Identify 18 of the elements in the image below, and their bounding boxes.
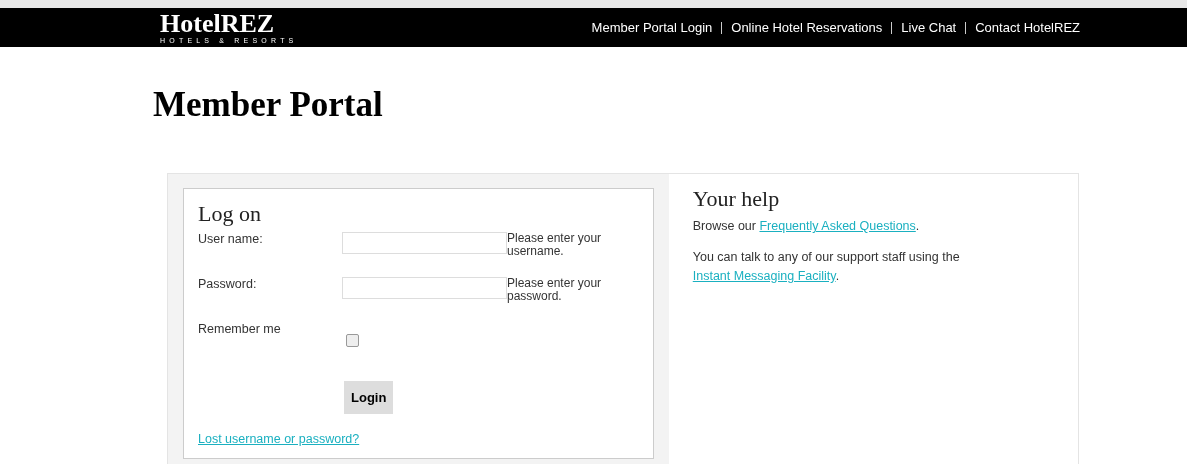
nav-link[interactable]: Online Hotel Reservations <box>731 20 883 35</box>
field-hint: Please enter your username. <box>507 232 603 258</box>
login-title: Log on <box>198 201 262 227</box>
remember-label: Remember me <box>198 322 282 338</box>
nav-link[interactable]: Live Chat <box>901 20 957 35</box>
field-label: User name: <box>198 232 264 248</box>
nav-link[interactable]: Contact HotelREZ <box>975 20 1080 35</box>
field-hint: Please enter your password. <box>507 277 603 303</box>
nav-link[interactable]: Member Portal Login <box>591 20 713 35</box>
input-field[interactable] <box>342 232 507 254</box>
help-text: Browse our Frequently Asked Questions. <box>692 218 921 235</box>
remember-checkbox[interactable] <box>346 334 359 347</box>
help-text: You can talk to any of our support staff using the Instant Messaging Facility. <box>692 249 961 285</box>
field-label: Password: <box>198 277 258 293</box>
page-title: Member Portal <box>153 85 384 125</box>
input-field[interactable] <box>342 277 507 299</box>
login-button[interactable]: Login <box>344 381 394 414</box>
help-title: Your help <box>692 186 781 212</box>
